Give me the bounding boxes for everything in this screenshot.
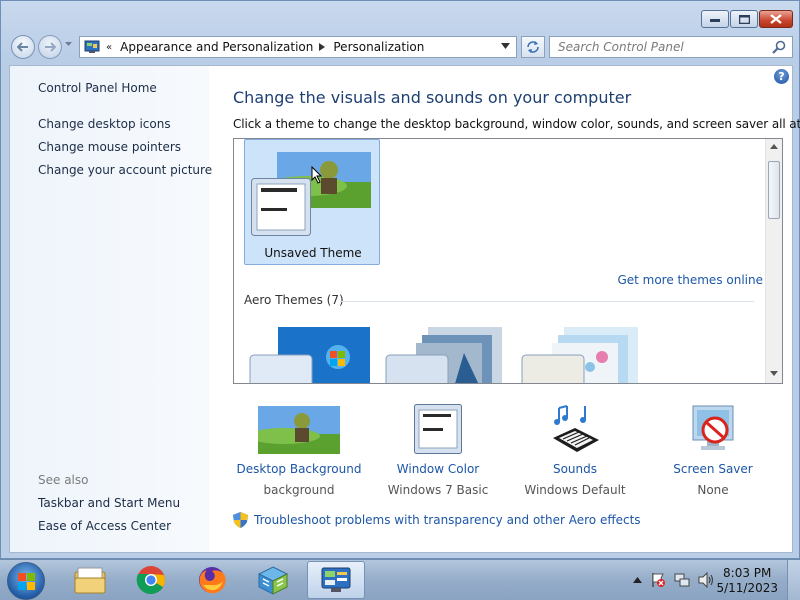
back-arrow-icon (17, 42, 28, 52)
clock-date: 5/11/2023 (716, 581, 778, 595)
action-center-flag-icon[interactable] (650, 572, 666, 588)
page-title: Change the visuals and sounds on your co… (233, 88, 632, 107)
windows-7-theme-thumbnail[interactable] (248, 327, 372, 384)
personalization-window: « Appearance and Personalization Persona… (0, 0, 800, 559)
troubleshoot-text[interactable]: Troubleshoot problems with transparency … (254, 513, 641, 527)
refresh-icon (527, 41, 539, 53)
sounds-link[interactable]: Sounds (510, 462, 640, 476)
control-panel-small-icon (84, 40, 100, 53)
minimize-icon (710, 19, 720, 22)
address-bar[interactable]: « Appearance and Personalization Persona… (79, 36, 517, 58)
breadcrumb-overflow[interactable]: « (106, 42, 112, 53)
close-button[interactable] (759, 10, 793, 28)
taskbar-chrome[interactable] (122, 561, 180, 599)
change-account-picture-link[interactable]: Change your account picture (38, 163, 212, 177)
show-desktop-button[interactable] (787, 560, 800, 600)
windows-explorer-icon (74, 567, 106, 594)
window-color-setting[interactable]: Window Color Windows 7 Basic (373, 402, 503, 497)
sounds-icon (553, 405, 599, 452)
scroll-down-icon[interactable] (770, 371, 778, 376)
system-clock[interactable]: 8:03 PM 5/11/2023 (716, 566, 778, 596)
change-mouse-pointers-link[interactable]: Change mouse pointers (38, 140, 181, 154)
back-button[interactable] (11, 35, 35, 59)
window-color-link[interactable]: Window Color (373, 462, 503, 476)
theme-window-preview (251, 178, 311, 236)
clock-time: 8:03 PM (723, 566, 772, 580)
breadcrumb-separator-icon[interactable] (319, 43, 326, 51)
taskbar-installer[interactable] (244, 561, 302, 599)
breadcrumb-appearance[interactable]: Appearance and Personalization (120, 40, 313, 54)
window-color-icon (414, 404, 462, 454)
page-description: Click a theme to change the desktop back… (233, 117, 800, 131)
volume-icon[interactable] (698, 572, 714, 588)
desktop-background-setting[interactable]: Desktop Background background (234, 402, 364, 497)
windows-logo-icon (18, 573, 35, 590)
change-desktop-icons-link[interactable]: Change desktop icons (38, 117, 171, 131)
characters-theme-thumbnail[interactable] (520, 327, 644, 384)
sounds-value: Windows Default (524, 483, 626, 497)
aero-themes-heading: Aero Themes (7) (244, 293, 344, 307)
desktop-background-link[interactable]: Desktop Background (234, 462, 364, 476)
close-icon (770, 14, 782, 24)
screen-saver-value: None (697, 483, 729, 497)
screen-saver-setting[interactable]: Screen Saver None (648, 402, 778, 497)
help-button[interactable]: ? (774, 69, 789, 84)
theme-list-scrollbar[interactable] (765, 139, 782, 383)
sounds-setting[interactable]: Sounds Windows Default (510, 402, 640, 497)
taskbar-start-menu-link[interactable]: Taskbar and Start Menu (38, 496, 180, 510)
mouse-cursor-icon (311, 166, 323, 184)
caption-buttons (701, 10, 793, 28)
desktop-background-icon (258, 406, 340, 454)
show-hidden-icons-icon[interactable] (633, 577, 642, 583)
search-icon[interactable] (772, 40, 786, 54)
unsaved-theme-label: Unsaved Theme (264, 246, 362, 260)
chrome-icon (136, 566, 165, 595)
taskbar-explorer[interactable] (61, 561, 119, 599)
taskbar-control-panel[interactable] (307, 561, 365, 599)
left-sidebar: Control Panel Home Change desktop icons … (10, 66, 212, 552)
scrollbar-thumb[interactable] (768, 161, 780, 219)
minimize-button[interactable] (701, 10, 729, 28)
address-dropdown-icon[interactable] (501, 43, 510, 49)
app-installer-icon (257, 566, 289, 595)
control-panel-icon (321, 567, 351, 592)
get-more-themes-link[interactable]: Get more themes online (617, 273, 763, 287)
content-area: Control Panel Home Change desktop icons … (9, 65, 800, 553)
forward-arrow-icon (45, 42, 56, 52)
theme-list[interactable]: Unsaved Theme Get more themes online Aer… (233, 138, 783, 384)
screen-saver-link[interactable]: Screen Saver (648, 462, 778, 476)
firefox-icon (199, 567, 226, 594)
refresh-button[interactable] (521, 36, 545, 58)
start-button[interactable] (7, 562, 45, 600)
search-input[interactable] (550, 37, 760, 57)
breadcrumb-personalization[interactable]: Personalization (333, 40, 424, 54)
notification-area (633, 572, 714, 588)
network-icon[interactable] (674, 572, 690, 588)
unsaved-theme-tile[interactable]: Unsaved Theme (244, 139, 380, 265)
forward-button[interactable] (38, 35, 62, 59)
maximize-button[interactable] (730, 10, 758, 28)
group-divider (340, 301, 754, 302)
desktop-background-value: background (263, 483, 335, 497)
control-panel-home-link[interactable]: Control Panel Home (38, 81, 157, 95)
uac-shield-icon (233, 512, 248, 528)
recent-pages-chevron-icon[interactable] (65, 42, 72, 47)
see-also-heading: See also (38, 473, 89, 487)
main-panel: ? Change the visuals and sounds on your … (209, 66, 800, 552)
window-color-value: Windows 7 Basic (387, 483, 489, 497)
search-box[interactable] (549, 36, 793, 58)
taskbar: 8:03 PM 5/11/2023 (0, 559, 800, 600)
ease-of-access-link[interactable]: Ease of Access Center (38, 519, 171, 533)
taskbar-firefox[interactable] (183, 561, 241, 599)
architecture-theme-thumbnail[interactable] (384, 327, 508, 384)
maximize-icon (738, 14, 750, 24)
scroll-up-icon[interactable] (770, 144, 778, 149)
screen-saver-icon (692, 405, 734, 450)
navigation-bar: « Appearance and Personalization Persona… (7, 34, 793, 60)
troubleshoot-link[interactable]: Troubleshoot problems with transparency … (233, 512, 641, 528)
